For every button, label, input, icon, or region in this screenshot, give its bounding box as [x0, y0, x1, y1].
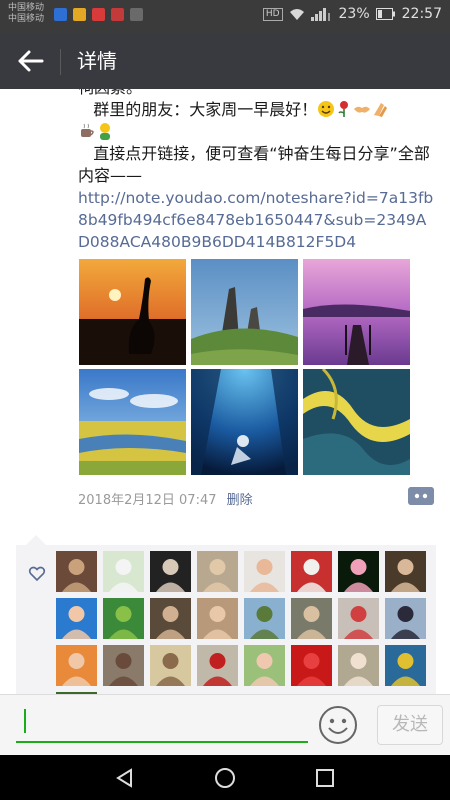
- nav-back-icon[interactable]: [114, 767, 136, 789]
- app-notification-icon: [92, 8, 105, 21]
- avatar-man-suit[interactable]: [385, 598, 426, 639]
- avatar-green-figure[interactable]: [103, 598, 144, 639]
- app-notification-icon: [54, 8, 67, 21]
- avatar-woman-blue[interactable]: [385, 645, 426, 686]
- wifi-icon: [289, 8, 304, 20]
- post-text: 祠因素。 群里的朋友：大家周一早晨好！ 直接点开链接，便可查看“钟奋生每日分享”…: [78, 89, 438, 253]
- send-button[interactable]: 发送: [377, 705, 443, 745]
- smiling-person-emoji-icon: [96, 122, 114, 140]
- app-notification-icon: [73, 8, 86, 21]
- avatar-woman-field[interactable]: [244, 645, 285, 686]
- avatar-group-outdoor[interactable]: [150, 645, 191, 686]
- avatar-piano-room[interactable]: [56, 551, 97, 592]
- post-line-truncated: 祠因素。: [78, 89, 438, 99]
- post-detail[interactable]: 祠因素。 群里的朋友：大家周一早晨好！ 直接点开链接，便可查看“钟奋生每日分享”…: [0, 89, 450, 694]
- photo-grid: [79, 259, 410, 475]
- avatar-old-man[interactable]: [338, 645, 379, 686]
- post-emoji-line: [78, 121, 438, 143]
- nav-recents-icon[interactable]: [314, 767, 336, 789]
- emoji-smiley-icon[interactable]: [318, 705, 358, 745]
- avatar-man-indoor[interactable]: [197, 551, 238, 592]
- liker-avatars: [56, 551, 426, 694]
- avatar-bonsai-tree[interactable]: [244, 598, 285, 639]
- post-timestamp: 2018年2月12日 07:47: [78, 493, 217, 508]
- avatar-woman-piano[interactable]: [385, 551, 426, 592]
- rose-emoji-icon: [335, 100, 353, 118]
- smiling-face-emoji-icon: [317, 100, 335, 118]
- back-arrow-icon[interactable]: [16, 47, 46, 75]
- text-cursor: [24, 709, 26, 733]
- battery-icon: [375, 8, 395, 20]
- delete-link[interactable]: 删除: [227, 493, 253, 508]
- avatar-white-cat[interactable]: [103, 551, 144, 592]
- post-instruction: 直接点开链接，便可查看“钟奋生每日分享”全部内容——: [78, 144, 430, 185]
- carrier-1: 中国移动: [8, 3, 45, 13]
- heart-icon: [28, 566, 46, 582]
- carrier-2: 中国移动: [8, 14, 45, 24]
- notification-icons: [54, 8, 143, 21]
- appbar-divider: [60, 49, 61, 75]
- avatar-portrait-man[interactable]: [150, 551, 191, 592]
- avatar-lotus-flower[interactable]: [338, 551, 379, 592]
- nav-home-icon[interactable]: [214, 767, 236, 789]
- likes-panel: [16, 535, 436, 694]
- avatar-man-street[interactable]: [291, 598, 332, 639]
- handshake-emoji-icon: [353, 100, 371, 118]
- photo-rocky-mountain[interactable]: [191, 259, 298, 365]
- carrier-info: 中国移动 中国移动: [8, 3, 44, 25]
- post-greeting: 群里的朋友：大家周一早晨好！: [93, 100, 318, 119]
- avatar-woman-red[interactable]: [56, 645, 97, 686]
- clapping-hands-emoji-icon: [371, 100, 389, 118]
- avatar-woman-garden[interactable]: [197, 598, 238, 639]
- clock: 22:57: [401, 6, 442, 22]
- post-link[interactable]: http://note.youdao.com/noteshare?id=7a13…: [78, 187, 438, 253]
- photo-lake-pier[interactable]: [303, 259, 410, 365]
- app-notification-icon: [111, 8, 124, 21]
- page-title: 详情: [77, 49, 117, 73]
- signal-icon: [310, 7, 330, 21]
- avatar-man-study[interactable]: [103, 645, 144, 686]
- wechat-notification-icon: [130, 8, 143, 21]
- status-bar: 中国移动 中国移动 HD 23% 22:57: [0, 0, 450, 33]
- photo-aerial-river[interactable]: [303, 369, 410, 475]
- avatar-red-card[interactable]: [291, 645, 332, 686]
- post-meta: 2018年2月12日 07:47 删除: [78, 489, 253, 508]
- system-nav-bar: [0, 755, 450, 800]
- hd-badge: HD: [262, 7, 283, 21]
- battery-percent: 23%: [338, 6, 370, 22]
- photo-wetland-sky[interactable]: [79, 369, 186, 475]
- coffee-emoji-icon: [78, 122, 96, 140]
- avatar-man-office[interactable]: [150, 598, 191, 639]
- post-greeting-line: 群里的朋友：大家周一早晨好！: [78, 99, 438, 121]
- avatar-woman-portrait[interactable]: [244, 551, 285, 592]
- likes-pointer: [26, 535, 46, 545]
- post-instruction-line: 直接点开链接，便可查看“钟奋生每日分享”全部内容——: [78, 143, 438, 187]
- photo-sunset-crane[interactable]: [79, 259, 186, 365]
- avatar-woman-smiling[interactable]: [56, 598, 97, 639]
- comment-input-bar: 发送: [0, 694, 450, 756]
- comment-input-field[interactable]: [16, 741, 308, 743]
- app-bar: 详情: [0, 33, 450, 89]
- avatar-woman-dance[interactable]: [338, 598, 379, 639]
- comment-menu-icon[interactable]: [408, 487, 434, 505]
- avatar-red-building[interactable]: [291, 551, 332, 592]
- avatar-woman-red-dress[interactable]: [197, 645, 238, 686]
- photo-underwater-diver[interactable]: [191, 369, 298, 475]
